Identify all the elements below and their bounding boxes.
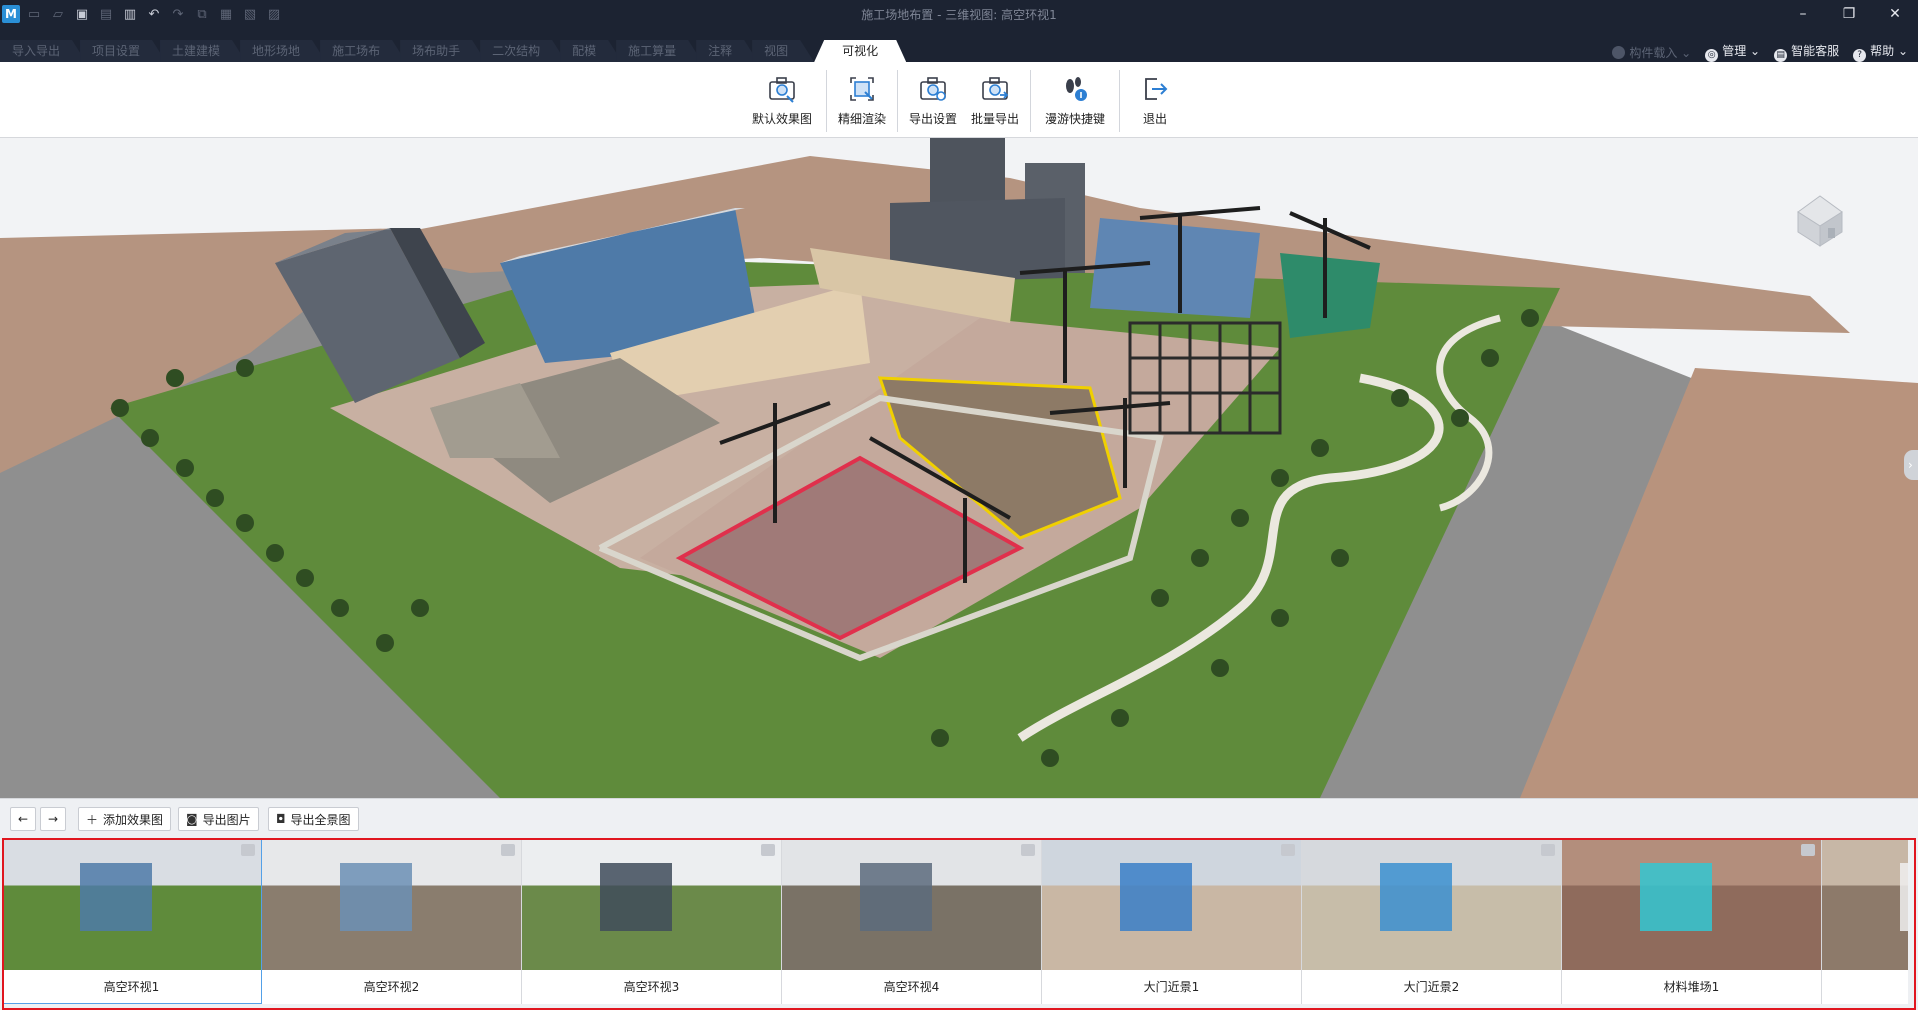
paste-icon[interactable]: ▦ (216, 4, 236, 24)
window-icon[interactable]: ▧ (240, 4, 260, 24)
app-logo: M (2, 5, 20, 23)
window-controls: – ❐ ✕ (1780, 0, 1918, 28)
new-file-icon[interactable]: ▭ (24, 4, 44, 24)
support-menu[interactable]: ▤ 智能客服 (1774, 42, 1839, 62)
component-load-menu[interactable]: 构件载入 ⌄ (1612, 44, 1691, 61)
fine-render-icon (850, 77, 874, 101)
export-settings-button[interactable]: 导出设置 (902, 70, 964, 130)
save-as-icon[interactable]: ▤ (96, 4, 116, 24)
site-scene (0, 138, 1918, 798)
side-panel-toggle[interactable]: › (1904, 450, 1918, 480)
component-icon (1612, 45, 1626, 59)
house-view-icon (1797, 195, 1843, 247)
menu-tab[interactable]: 土建建模 (160, 40, 246, 62)
right-menu: 构件载入 ⌄ ◎ 管理 ⌄ ▤ 智能客服 ? 帮助 ⌄ (1612, 42, 1908, 62)
window-title: 施工场地布置 - 三维视图: 高空环视1 (861, 8, 1057, 22)
ribbon-separator (897, 70, 898, 132)
export-image-button[interactable]: ◙ 导出图片 (178, 807, 259, 831)
green-block (1090, 218, 1260, 318)
save-icon[interactable]: ▣ (72, 4, 92, 24)
open-folder-icon[interactable]: ▱ (48, 4, 68, 24)
menu-tab[interactable]: 施工算量 (616, 40, 702, 62)
3d-viewport[interactable]: › (0, 138, 1918, 798)
restore-button[interactable]: ❐ (1826, 0, 1872, 28)
menu-tab[interactable]: 二次结构 (480, 40, 566, 62)
export-file-icon[interactable]: ▥ (120, 4, 140, 24)
fine-render-button[interactable]: 精细渲染 (831, 70, 893, 130)
minimize-button[interactable]: – (1780, 0, 1826, 28)
menu-tab[interactable]: 可视化 (814, 40, 906, 62)
curved-glass-building (1280, 253, 1380, 338)
quick-access-toolbar: M ▭ ▱ ▣ ▤ ▥ ↶ ↷ ⧉ ▦ ▧ ▨ (0, 0, 284, 28)
menu-tab[interactable]: 项目设置 (80, 40, 166, 62)
batch-export-icon (982, 77, 1009, 100)
manage-menu[interactable]: ◎ 管理 ⌄ (1705, 42, 1760, 62)
panorama-icon: ◘ (276, 812, 286, 826)
render-toolbar: ← → ＋添加效果图 ◙ 导出图片 ◘ 导出全景图 (0, 798, 1918, 838)
undo-icon[interactable]: ↶ (144, 4, 164, 24)
menu-tab[interactable]: 施工场布 (320, 40, 406, 62)
ribbon-separator (826, 70, 827, 132)
close-button[interactable]: ✕ (1872, 0, 1918, 28)
menu-tab[interactable]: 视图 (752, 40, 814, 62)
camera-icon (769, 77, 795, 103)
menu-tab[interactable]: 导入导出 (0, 40, 86, 62)
ribbon: 默认效果图 精细渲染 导出设置 批量导出 漫游快捷键 退出 (0, 62, 1918, 138)
highlight-frame (2, 838, 1916, 1010)
menu-tab[interactable]: 场布助手 (400, 40, 486, 62)
exit-icon (1145, 78, 1168, 100)
walk-shortcuts-button[interactable]: 漫游快捷键 (1035, 70, 1115, 130)
default-render-button[interactable]: 默认效果图 (742, 70, 822, 130)
ribbon-group: 默认效果图 精细渲染 导出设置 批量导出 漫游快捷键 退出 (742, 70, 1186, 132)
help-icon: ? (1853, 49, 1867, 62)
menu-bar: 导入导出 项目设置 土建建模 地形场地 施工场布 场布助手 二次结构 配模 施工算量 注释 视图 可视… (0, 28, 1918, 62)
batch-export-button[interactable]: 批量导出 (964, 70, 1026, 130)
exit-button[interactable]: 退出 (1124, 70, 1186, 130)
redo-icon[interactable]: ↷ (168, 4, 188, 24)
view-cube[interactable] (1790, 186, 1854, 254)
help-menu[interactable]: ? 帮助 ⌄ (1853, 42, 1908, 62)
ribbon-separator (1030, 70, 1031, 132)
add-render-button[interactable]: ＋添加效果图 (78, 807, 172, 831)
layout-icon[interactable]: ▨ (264, 4, 284, 24)
support-icon: ▤ (1774, 49, 1788, 62)
title-bar: M ▭ ▱ ▣ ▤ ▥ ↶ ↷ ⧉ ▦ ▧ ▨ 施工场地布置 - 三维视图: 高… (0, 0, 1918, 28)
manage-icon: ◎ (1705, 49, 1719, 62)
render-thumbnail-strip: 高空环视1 高空环视2 高空环视3 高空环视4 大门近景1 大门近景2 材料堆场1 (0, 838, 1918, 1010)
camera-settings-icon (920, 77, 946, 101)
camera-icon: ◙ (186, 812, 198, 826)
next-button[interactable]: → (40, 807, 66, 831)
menu-tab[interactable]: 注释 (696, 40, 758, 62)
copy-icon[interactable]: ⧉ (192, 4, 212, 24)
menu-tab[interactable]: 配模 (560, 40, 622, 62)
menu-tab[interactable]: 地形场地 (240, 40, 326, 62)
app-window: M ▭ ▱ ▣ ▤ ▥ ↶ ↷ ⧉ ▦ ▧ ▨ 施工场地布置 - 三维视图: 高… (0, 0, 1918, 1010)
menu-tabs: 导入导出 项目设置 土建建模 地形场地 施工场布 场布助手 二次结构 配模 施工算量 注释 视图 可视… (0, 40, 900, 62)
export-panorama-button[interactable]: ◘ 导出全景图 (268, 807, 359, 831)
walk-icon (1066, 77, 1087, 101)
ribbon-separator (1119, 70, 1120, 132)
prev-button[interactable]: ← (10, 807, 36, 831)
plus-icon: ＋ (86, 812, 99, 827)
